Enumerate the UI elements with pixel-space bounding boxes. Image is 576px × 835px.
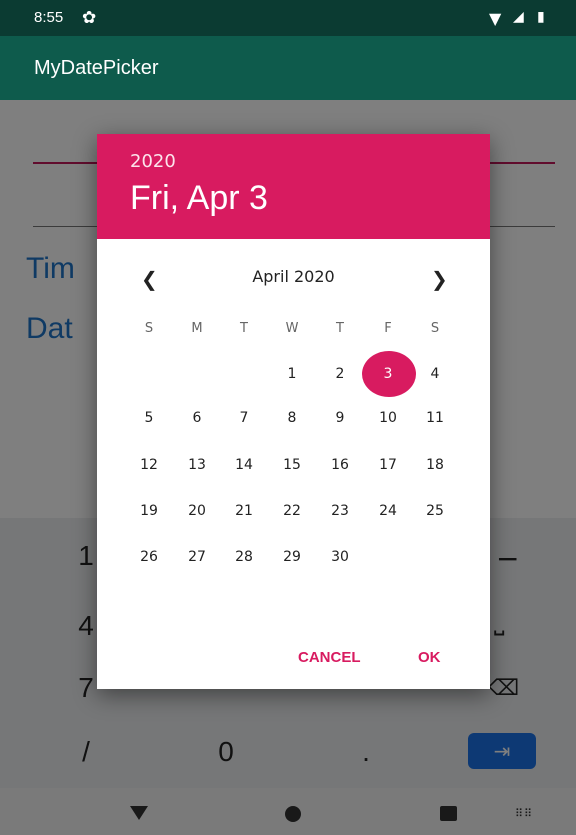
day-cell[interactable]: 4 xyxy=(415,364,455,384)
weekday-mon: M xyxy=(191,321,203,336)
day-cell[interactable]: 28 xyxy=(224,547,264,567)
day-cell[interactable]: 10 xyxy=(368,408,408,428)
day-cell[interactable]: 13 xyxy=(177,455,217,475)
day-cell-selected[interactable]: 3 xyxy=(368,364,408,384)
weekday-thu: T xyxy=(336,321,344,336)
day-cell[interactable]: 29 xyxy=(272,547,312,567)
day-cell[interactable]: 11 xyxy=(415,408,455,428)
weekday-tue: T xyxy=(240,321,248,336)
day-cell[interactable]: 26 xyxy=(129,547,169,567)
day-cell[interactable]: 8 xyxy=(272,408,312,428)
date-picker-dialog: 2020 Fri, Apr 3 ❮ ❯ April 2020 S M T W T… xyxy=(97,134,490,689)
app-title: MyDatePicker xyxy=(34,57,159,79)
status-time: 8:55 xyxy=(34,9,64,26)
month-label: April 2020 xyxy=(252,267,335,286)
day-cell[interactable]: 9 xyxy=(320,408,360,428)
day-cell[interactable]: 6 xyxy=(177,408,217,428)
day-cell[interactable]: 23 xyxy=(320,501,360,521)
day-cell[interactable]: 27 xyxy=(177,547,217,567)
day-cell[interactable]: 24 xyxy=(368,501,408,521)
gear-icon: ✿ xyxy=(82,8,97,28)
app-bar: MyDatePicker xyxy=(0,36,576,100)
weekday-sun: S xyxy=(144,321,154,336)
date-picker-header: 2020 Fri, Apr 3 xyxy=(97,134,490,239)
day-cell[interactable]: 1 xyxy=(272,364,312,384)
day-cell[interactable]: 14 xyxy=(224,455,264,475)
day-cell[interactable]: 30 xyxy=(320,547,360,567)
weekday-sat: S xyxy=(430,321,440,336)
header-year[interactable]: 2020 xyxy=(130,151,176,172)
ok-button[interactable]: OK xyxy=(418,649,441,666)
wifi-icon: ▼ xyxy=(489,9,502,28)
cancel-button[interactable]: CANCEL xyxy=(298,649,361,666)
day-cell[interactable]: 19 xyxy=(129,501,169,521)
day-cell[interactable]: 12 xyxy=(129,455,169,475)
day-cell[interactable]: 2 xyxy=(320,364,360,384)
weekday-fri: F xyxy=(384,321,392,336)
day-cell[interactable]: 17 xyxy=(368,455,408,475)
weekday-wed: W xyxy=(285,321,299,336)
status-bar: 8:55 ✿ ▼ ◢ ▮ xyxy=(0,0,576,36)
day-cell[interactable]: 15 xyxy=(272,455,312,475)
day-cell[interactable]: 25 xyxy=(415,501,455,521)
header-selected-date: Fri, Apr 3 xyxy=(130,179,268,217)
day-cell[interactable]: 20 xyxy=(177,501,217,521)
day-cell[interactable]: 22 xyxy=(272,501,312,521)
battery-icon: ▮ xyxy=(537,9,545,25)
day-cell[interactable]: 7 xyxy=(224,408,264,428)
day-cell[interactable]: 16 xyxy=(320,455,360,475)
day-cell[interactable]: 18 xyxy=(415,455,455,475)
day-cell[interactable]: 21 xyxy=(224,501,264,521)
signal-icon: ◢ xyxy=(513,9,524,25)
day-cell[interactable]: 5 xyxy=(129,408,169,428)
